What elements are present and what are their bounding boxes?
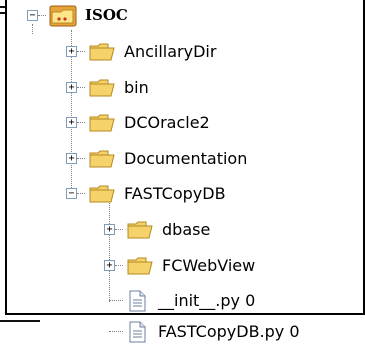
- tree-node-label: DCOracle2: [124, 113, 210, 132]
- expand-toggle[interactable]: +: [66, 46, 77, 57]
- tree-node-label: FCWebView: [162, 256, 256, 275]
- tree-node-dcoracle2[interactable]: + DCOracle2: [66, 111, 306, 135]
- tree-node-fastcopydb[interactable]: − FASTCopyDB: [66, 182, 306, 206]
- folder-icon: [89, 150, 115, 168]
- tree-node-label: __init__.py 0: [158, 291, 256, 310]
- tree-node-fastcopydb-py[interactable]: FASTCopyDB.py 0: [104, 320, 354, 344]
- folder-icon: [89, 79, 115, 97]
- expand-toggle[interactable]: +: [66, 82, 77, 93]
- collapse-toggle[interactable]: −: [27, 10, 38, 21]
- tree-node-documentation[interactable]: + Documentation: [66, 147, 306, 171]
- tree-node-dbase[interactable]: + dbase: [104, 218, 324, 242]
- expand-toggle[interactable]: +: [104, 224, 115, 235]
- open-folder-icon: [89, 185, 115, 203]
- tree-node-label: AncillaryDir: [124, 42, 217, 61]
- tree-node-init-py[interactable]: __init__.py 0: [104, 289, 324, 313]
- file-tree-panel: − ISOC + AncillaryDir + bin + DCOracle2 …: [5, 0, 365, 343]
- python-file-icon: [129, 321, 146, 343]
- tree-node-label: Documentation: [124, 149, 248, 168]
- folder-icon: [127, 257, 153, 275]
- open-folder-icon: [49, 5, 77, 27]
- tree-node-fcwebview[interactable]: + FCWebView: [104, 254, 324, 278]
- tree-node-label: FASTCopyDB: [124, 184, 226, 203]
- tree-connector: [109, 196, 110, 302]
- tree-node-label: ISOC: [85, 6, 128, 24]
- expand-toggle[interactable]: +: [66, 117, 77, 128]
- tree-node-ancillarydir[interactable]: + AncillaryDir: [66, 40, 306, 64]
- tree-node-isoc[interactable]: − ISOC: [27, 4, 207, 28]
- collapse-toggle[interactable]: −: [66, 188, 77, 199]
- folder-icon: [89, 43, 115, 61]
- python-file-icon: [129, 290, 146, 312]
- folder-icon: [89, 114, 115, 132]
- expand-toggle[interactable]: +: [66, 153, 77, 164]
- tree-node-label: bin: [124, 78, 149, 97]
- expand-toggle[interactable]: +: [104, 260, 115, 271]
- folder-icon: [127, 221, 153, 239]
- tree-node-label: dbase: [162, 220, 211, 239]
- tree-node-bin[interactable]: + bin: [66, 76, 306, 100]
